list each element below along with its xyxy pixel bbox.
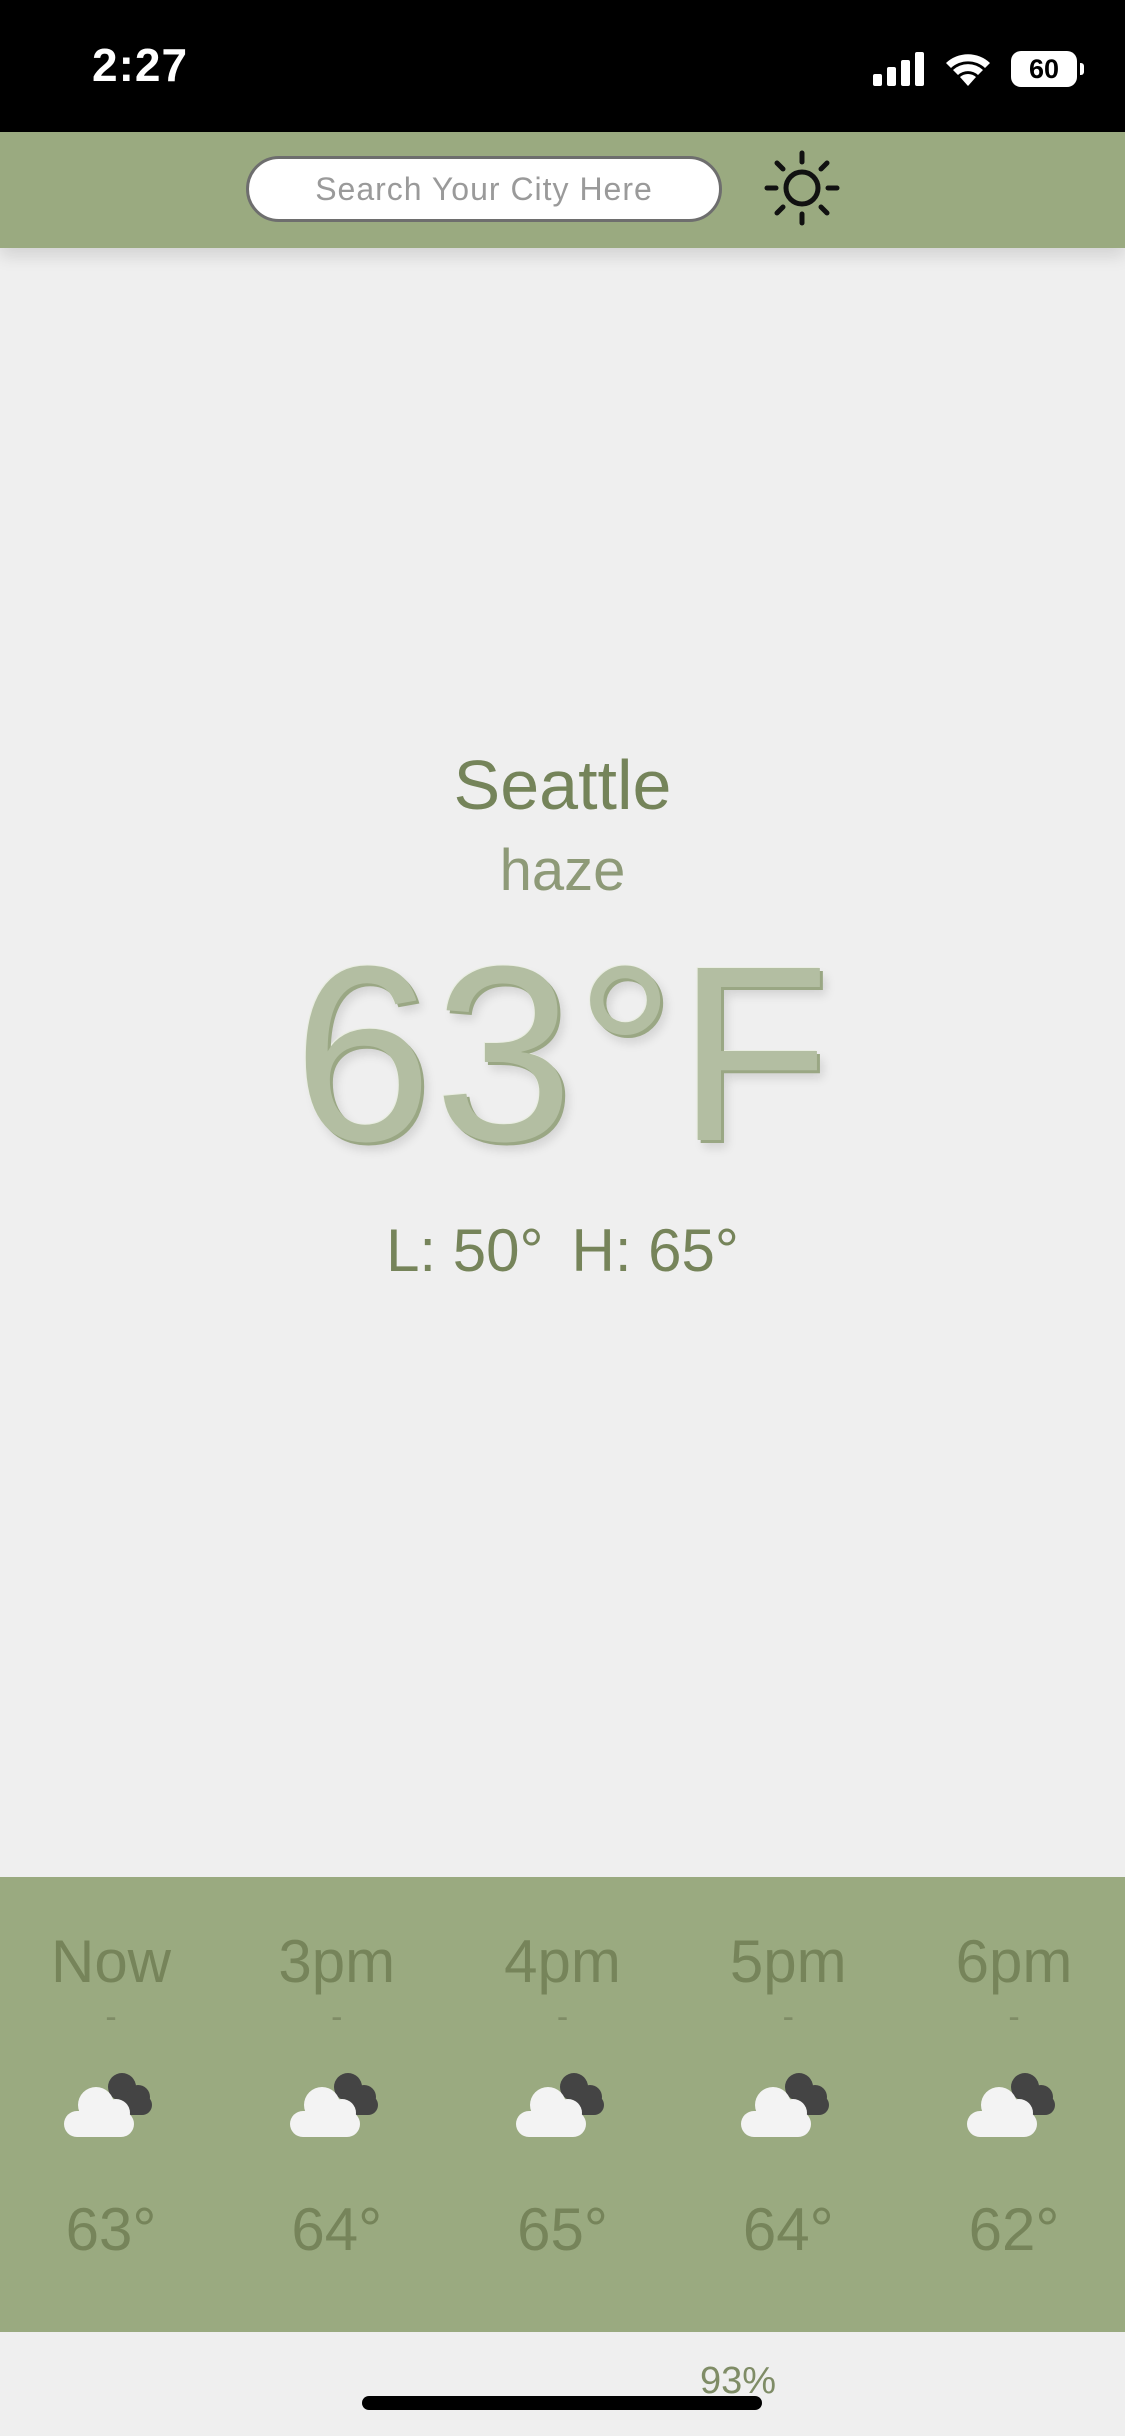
current-weather: Seattle haze 63°F L: 50° H: 65° bbox=[0, 740, 1125, 1285]
weather-condition: haze bbox=[499, 838, 626, 903]
precipitation-chance: - bbox=[105, 1998, 117, 2036]
status-icons: 60 bbox=[873, 46, 1084, 92]
partly-cloudy-icon bbox=[515, 2073, 604, 2137]
precipitation-chance: - bbox=[331, 1998, 343, 2036]
precipitation-chance: - bbox=[782, 1998, 794, 2036]
hour-temperature: 65° bbox=[517, 2196, 608, 2263]
partly-cloudy-icon bbox=[967, 2073, 1055, 2137]
hour-temperature: 64° bbox=[291, 2196, 383, 2263]
hourly-item: Now - 63° bbox=[0, 1877, 222, 2332]
hourly-item: 5pm - 64° bbox=[677, 1877, 899, 2332]
hourly-forecast[interactable]: Now - 63° 3pm - 64° 4pm - 65° 5pm - 64° bbox=[0, 1877, 1125, 2332]
cellular-signal-icon bbox=[873, 52, 924, 86]
hourly-item: 4pm - 65° bbox=[452, 1877, 674, 2332]
low-temperature: L: 50° bbox=[386, 1217, 544, 1284]
status-bar: 2:27 60 bbox=[0, 0, 1125, 132]
partly-cloudy-icon bbox=[741, 2073, 830, 2137]
city-name: Seattle bbox=[453, 746, 672, 824]
search-input[interactable] bbox=[246, 156, 722, 222]
hour-label: 4pm bbox=[504, 1928, 621, 1995]
hour-label: 5pm bbox=[729, 1928, 847, 1995]
low-high: L: 50° H: 65° bbox=[0, 1216, 1125, 1285]
hour-temperature: 64° bbox=[742, 2196, 834, 2263]
precipitation-chance: - bbox=[556, 1998, 569, 2036]
home-indicator[interactable] bbox=[362, 2396, 762, 2410]
hour-label: 3pm bbox=[278, 1928, 396, 1995]
theme-toggle-button[interactable] bbox=[762, 148, 842, 228]
partly-cloudy-icon bbox=[289, 2073, 378, 2137]
wifi-icon bbox=[946, 54, 990, 86]
partly-cloudy-icon bbox=[64, 2073, 152, 2137]
hour-temperature: 63° bbox=[65, 2196, 157, 2263]
status-time: 2:27 bbox=[92, 39, 189, 91]
current-temperature: 63°F bbox=[293, 914, 832, 1193]
precipitation-chance: - bbox=[1008, 1998, 1020, 2036]
header bbox=[0, 132, 1125, 248]
hourly-item: 3pm - 64° bbox=[226, 1877, 448, 2332]
high-temperature: H: 65° bbox=[571, 1217, 739, 1284]
hour-label: Now bbox=[50, 1928, 172, 1995]
hour-label: 6pm bbox=[955, 1928, 1073, 1995]
hourly-item: 6pm - 62° bbox=[903, 1877, 1125, 2332]
battery-level: 60 bbox=[1028, 53, 1060, 84]
battery-icon: 60 bbox=[1011, 51, 1084, 87]
sun-icon bbox=[764, 150, 840, 226]
hour-temperature: 62° bbox=[968, 2196, 1060, 2263]
